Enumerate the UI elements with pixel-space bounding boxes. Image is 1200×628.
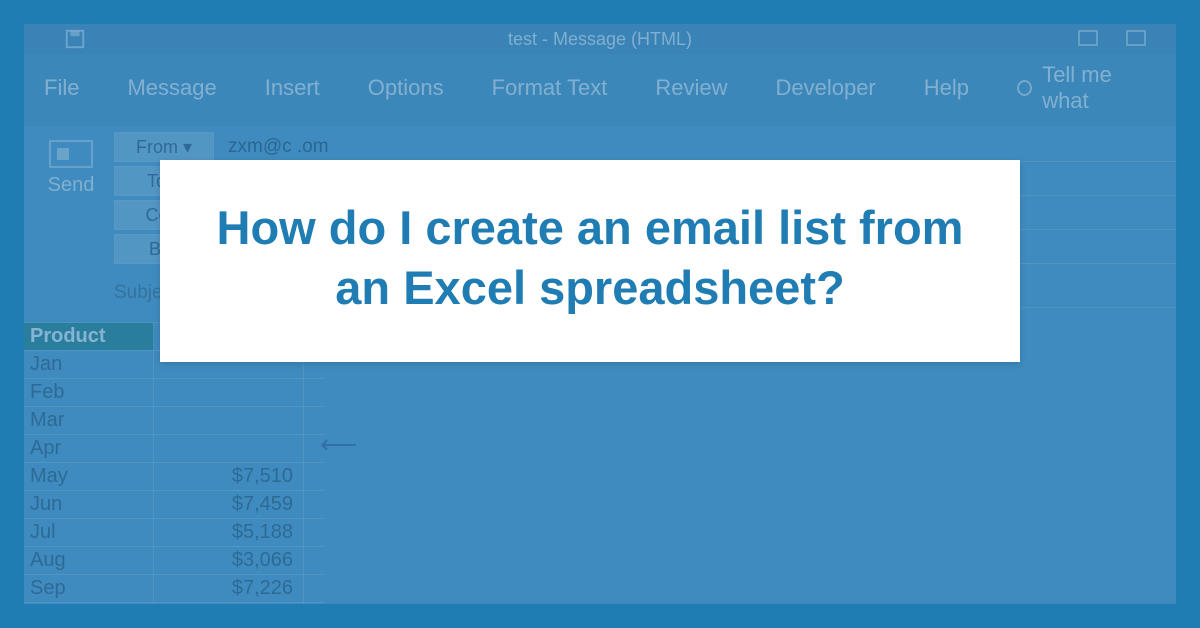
sheet-row: Jul$5,188 [24, 518, 324, 546]
sheet-row: Sep$7,226 [24, 574, 324, 602]
send-button[interactable]: Send [48, 174, 95, 197]
send-icon[interactable] [49, 140, 93, 168]
sheet-header: Product [24, 323, 154, 350]
lightbulb-icon [1017, 80, 1032, 96]
sheet-row: Oct$6,357 [24, 602, 324, 604]
send-column: Send [28, 132, 114, 268]
sheet-row: May$7,510 [24, 462, 324, 490]
featured-image-card: test - Message (HTML) File Message Inser… [0, 0, 1200, 628]
headline-card: How do I create an email list from an Ex… [160, 160, 1020, 362]
ribbon-tab-options[interactable]: Options [368, 75, 444, 101]
tell-me-search[interactable]: Tell me what [1017, 62, 1156, 114]
ribbon-tab-file[interactable]: File [44, 75, 79, 101]
window-titlebar: test - Message (HTML) [24, 24, 1176, 54]
maximize-icon[interactable] [1126, 30, 1146, 46]
sheet-row: Apr [24, 434, 324, 462]
sheet-row: Feb [24, 378, 324, 406]
ribbon-tab-message[interactable]: Message [127, 75, 216, 101]
tell-me-label: Tell me what [1042, 62, 1156, 114]
ribbon-tab-help[interactable]: Help [924, 75, 969, 101]
arrow-annotation: ⟵ [320, 429, 357, 460]
ribbon-tab-developer[interactable]: Developer [775, 75, 875, 101]
sheet-row: Mar [24, 406, 324, 434]
sheet-row: Jun$7,459 [24, 490, 324, 518]
sheet-row: Aug$3,066 [24, 546, 324, 574]
save-icon [64, 28, 86, 50]
ribbon-tab-insert[interactable]: Insert [265, 75, 320, 101]
ribbon-tab-format-text[interactable]: Format Text [492, 75, 608, 101]
embedded-spreadsheet: Product Jan Feb Mar Apr May$7,510 Jun$7,… [24, 322, 324, 604]
ribbon-tabs: File Message Insert Options Format Text … [24, 54, 1176, 126]
ribbon-tab-review[interactable]: Review [655, 75, 727, 101]
from-button[interactable]: From ▾ [114, 132, 214, 162]
from-value[interactable]: zxm@c .om [224, 132, 1176, 162]
headline-text: How do I create an email list from an Ex… [200, 198, 980, 318]
window-controls [1078, 30, 1146, 46]
window-title: test - Message (HTML) [508, 29, 692, 50]
minimize-icon[interactable] [1078, 30, 1098, 46]
